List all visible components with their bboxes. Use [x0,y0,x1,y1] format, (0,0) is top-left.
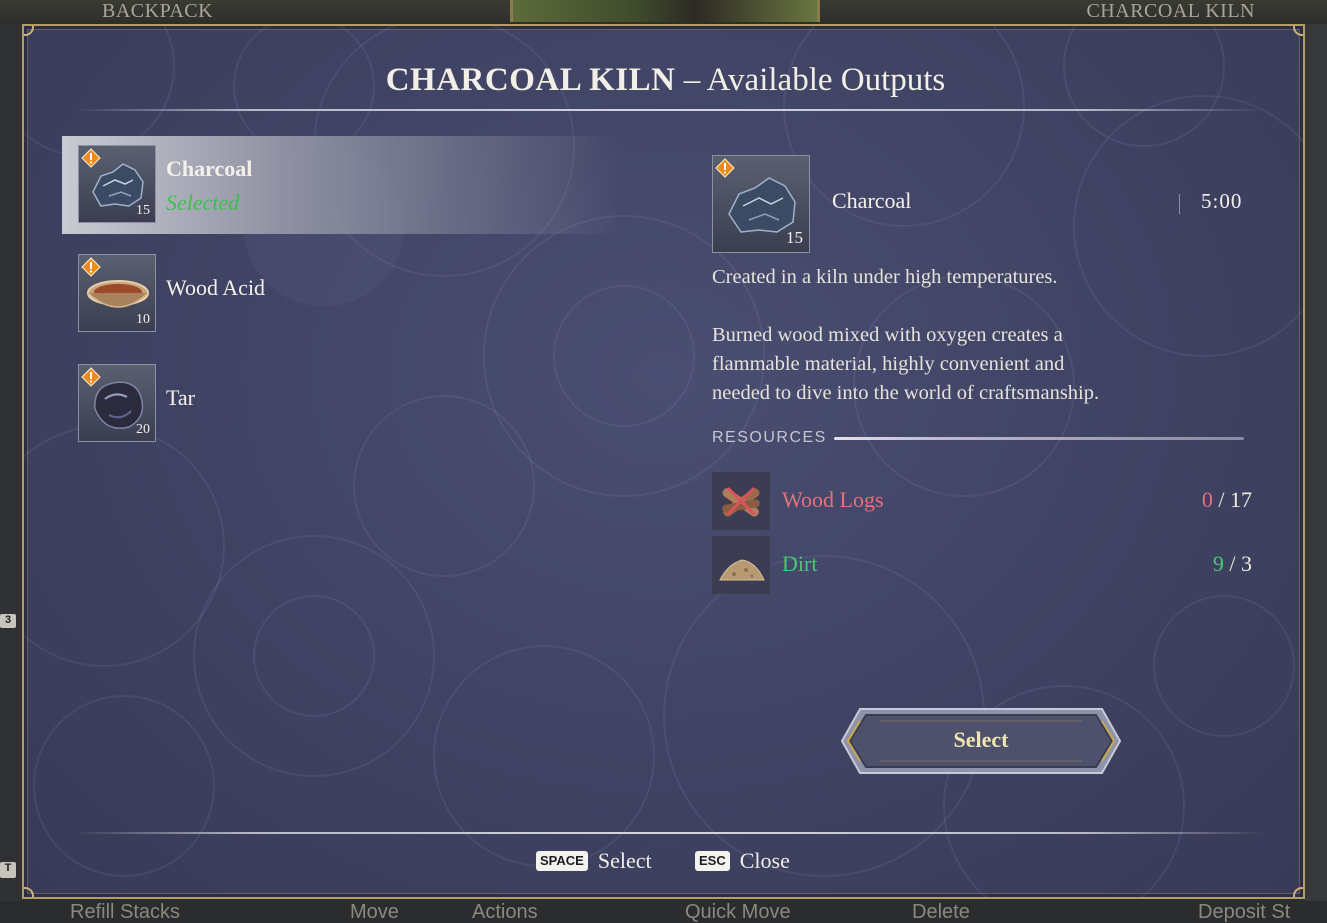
hint-close[interactable]: ESC Close [695,848,790,874]
esc-key: ESC [695,851,730,871]
resource-row-dirt[interactable]: Dirt 9 / 3 [712,536,1252,594]
detail-separator [1179,194,1180,214]
detail-quantity: 15 [786,228,803,247]
detail-item-slot: 15 [712,155,810,253]
warning-icon [81,257,101,277]
warning-icon [81,148,101,168]
output-item-tar[interactable]: 20 Tar [62,355,622,453]
corner-ornament [24,887,34,897]
resource-count: 9 / 3 [1212,551,1252,576]
resource-have: 9 [1212,551,1224,576]
warning-icon [715,158,735,178]
resources-heading: RESOURCES [712,429,827,446]
select-button[interactable]: Select [840,707,1122,775]
item-quantity: 15 [136,203,150,218]
corner-ornament [24,26,34,36]
select-button-label: Select [953,727,1009,752]
craft-time: 5:00 [1201,189,1243,213]
item-name: Charcoal [166,156,253,181]
hint-label: Close [739,848,790,873]
hotbar-slot-number: 3 [0,614,16,628]
hint-move: Move [350,901,399,923]
description-line: flammable material, highly convenient an… [712,353,1065,375]
title-station-name: CHARCOAL KILN [385,62,676,98]
resource-name: Dirt [782,551,818,576]
game-top-bar: BACKPACK CHARCOAL KILN [0,0,1327,24]
space-key: SPACE [536,851,588,871]
corner-ornament [1293,26,1303,36]
item-description-long: Burned wood mixed with oxygen creates a … [712,321,1252,408]
resource-row-wood-logs[interactable]: Wood Logs 0 / 17 [712,472,1252,530]
resource-slot [712,472,770,530]
selected-status: Selected [166,190,240,215]
hint-quick-move: Quick Move [685,901,791,923]
item-slot: 10 [78,254,156,332]
item-slot: 20 [78,364,156,442]
footer-divider [74,832,1264,834]
resource-need: 3 [1241,551,1252,576]
dialog-title: CHARCOAL KILN – Available Outputs [24,62,1303,99]
resource-count: 0 / 17 [1201,487,1252,512]
description-line: Burned wood mixed with oxygen creates a [712,324,1063,346]
hint-deposit-stacks: Deposit St [1198,901,1291,923]
title-divider [74,109,1264,111]
left-background-panel: 3 T [0,24,22,901]
item-name: Tar [166,385,195,410]
hint-delete: Delete [912,901,970,923]
backpack-tab[interactable]: BACKPACK [102,0,213,23]
resources-divider [834,437,1244,440]
title-subtitle: – Available Outputs [675,62,946,98]
world-view [510,0,820,22]
wood-logs-icon [722,486,760,517]
resource-need: 17 [1230,487,1252,512]
background-hint-bar: Refill Stacks Move Actions Quick Move De… [0,901,1327,923]
resource-have: 0 [1201,487,1213,512]
detail-item-name: Charcoal [832,188,912,213]
dirt-icon [719,559,765,581]
item-slot: 15 [78,145,156,223]
hotkey-t: T [0,862,16,878]
right-background-panel [1305,24,1327,901]
charcoal-kiln-tab[interactable]: CHARCOAL KILN [1086,0,1255,23]
charcoal-kiln-dialog: CHARCOAL KILN – Available Outputs 15 Cha… [22,24,1305,899]
corner-ornament [1293,887,1303,897]
hint-label: Select [597,848,652,873]
item-name: Wood Acid [166,275,266,300]
hint-actions: Actions [472,901,538,923]
resource-name: Wood Logs [782,487,884,512]
output-item-wood-acid[interactable]: 10 Wood Acid [62,245,622,343]
item-description-short: Created in a kiln under high temperature… [712,266,1058,288]
output-item-charcoal[interactable]: 15 Charcoal Selected [62,136,622,234]
warning-icon [81,367,101,387]
resource-slot [712,536,770,594]
hint-select[interactable]: SPACE Select [536,848,652,874]
item-quantity: 10 [136,312,150,327]
hint-refill-stacks: Refill Stacks [70,901,181,923]
item-quantity: 20 [136,422,150,437]
description-line: needed to dive into the world of craftsm… [712,382,1100,404]
